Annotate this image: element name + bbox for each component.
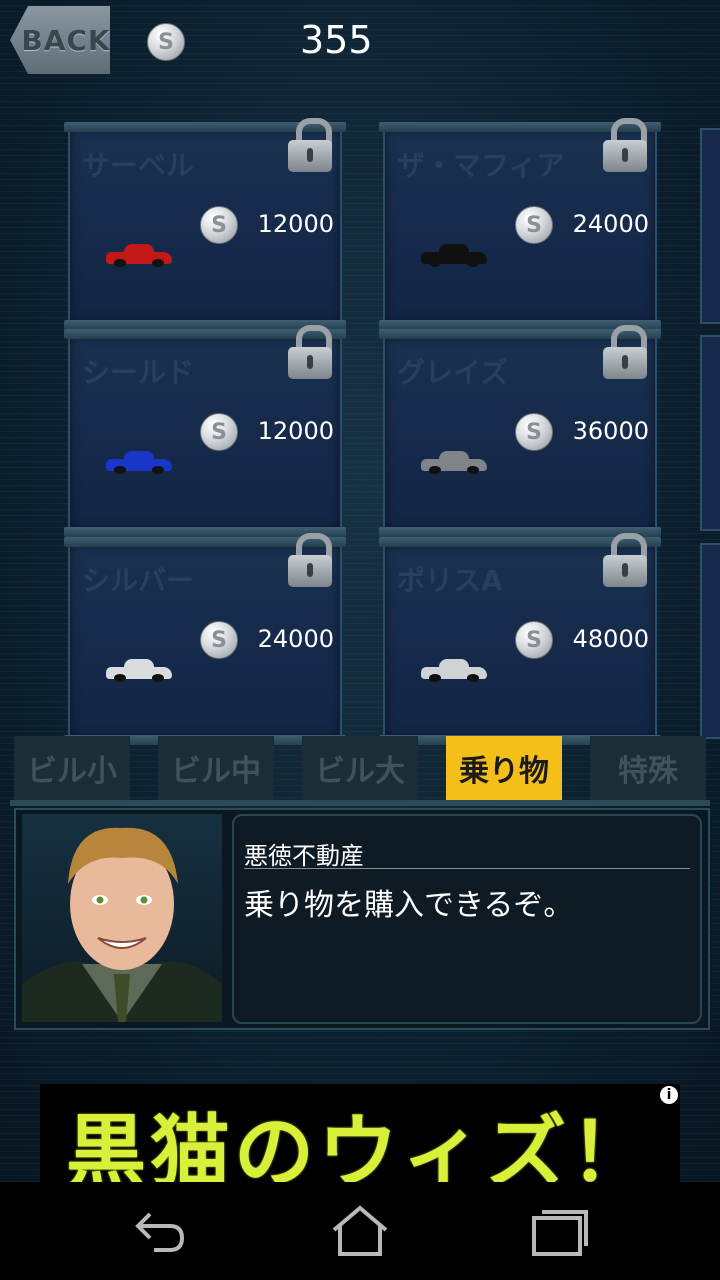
vehicle-price: 48000: [572, 625, 649, 653]
tab-building-small[interactable]: ビル小: [14, 736, 130, 800]
car-image: [421, 659, 487, 682]
vehicle-name: シルバー: [82, 564, 195, 597]
coin-icon: S: [515, 621, 553, 659]
vehicle-price: 12000: [257, 210, 334, 238]
vehicle-card-shield[interactable]: シールド S 12000: [64, 325, 346, 537]
lock-icon: [603, 325, 647, 379]
vehicle-card-sabre[interactable]: サーベル S 12000: [64, 118, 346, 330]
coin-count: 355: [300, 18, 373, 62]
dialog-message: 乗り物を購入できるぞ。: [244, 888, 574, 923]
vehicle-price: 24000: [572, 210, 649, 238]
lock-icon: [603, 533, 647, 587]
coin-icon: S: [147, 23, 185, 61]
back-button[interactable]: BACK: [10, 6, 110, 74]
coin-icon: S: [200, 206, 238, 244]
vehicle-name: サーベル: [82, 149, 195, 182]
vehicle-card-partial[interactable]: [700, 128, 720, 324]
tab-building-large[interactable]: ビル大: [302, 736, 418, 800]
car-image: [106, 659, 172, 682]
ad-info-icon[interactable]: i: [660, 1086, 678, 1104]
lock-icon: [288, 325, 332, 379]
car-image: [106, 244, 172, 267]
divider: [244, 868, 690, 869]
tab-special[interactable]: 特殊: [590, 736, 706, 800]
lock-icon: [288, 533, 332, 587]
vehicle-card-partial[interactable]: [700, 335, 720, 531]
vehicle-name: ポリスA: [397, 564, 503, 597]
vehicle-card-silver[interactable]: シルバー S 24000: [64, 533, 346, 745]
vehicle-name: グレイズ: [397, 356, 509, 389]
vehicle-price: 36000: [572, 417, 649, 445]
vehicle-card-partial[interactable]: [700, 543, 720, 739]
back-button-label: BACK: [21, 23, 111, 57]
vehicle-name: ザ・マフィア: [397, 149, 565, 182]
vehicle-card-mafia[interactable]: ザ・マフィア S 24000: [379, 118, 661, 330]
coin-icon: S: [515, 206, 553, 244]
car-image: [106, 451, 172, 474]
lock-icon: [603, 118, 647, 172]
coin-icon: S: [200, 621, 238, 659]
recents-nav-icon[interactable]: [520, 1200, 600, 1260]
vehicle-card-glaze[interactable]: グレイズ S 36000: [379, 325, 661, 537]
car-image: [421, 244, 487, 267]
character-portrait: [22, 814, 222, 1022]
navigation-bar: [0, 1182, 720, 1280]
coin-icon: S: [200, 413, 238, 451]
vehicle-name: シールド: [82, 356, 195, 389]
vehicle-price: 12000: [257, 417, 334, 445]
tab-rail: [10, 800, 710, 806]
back-nav-icon[interactable]: [120, 1200, 200, 1260]
tab-vehicles[interactable]: 乗り物: [446, 736, 562, 800]
lock-icon: [288, 118, 332, 172]
car-image: [421, 451, 487, 474]
vehicle-card-police-a[interactable]: ポリスA S 48000: [379, 533, 661, 745]
speaker-name: 悪徳不動産: [244, 842, 364, 870]
character-panel: 悪徳不動産 乗り物を購入できるぞ。: [14, 808, 710, 1030]
ad-banner[interactable]: 黒猫のウィズ！ i: [40, 1084, 680, 1199]
coin-icon: S: [515, 413, 553, 451]
dialog-box: 悪徳不動産 乗り物を購入できるぞ。: [232, 814, 702, 1024]
tab-building-medium[interactable]: ビル中: [158, 736, 274, 800]
vehicle-price: 24000: [257, 625, 334, 653]
home-nav-icon[interactable]: [320, 1200, 400, 1260]
